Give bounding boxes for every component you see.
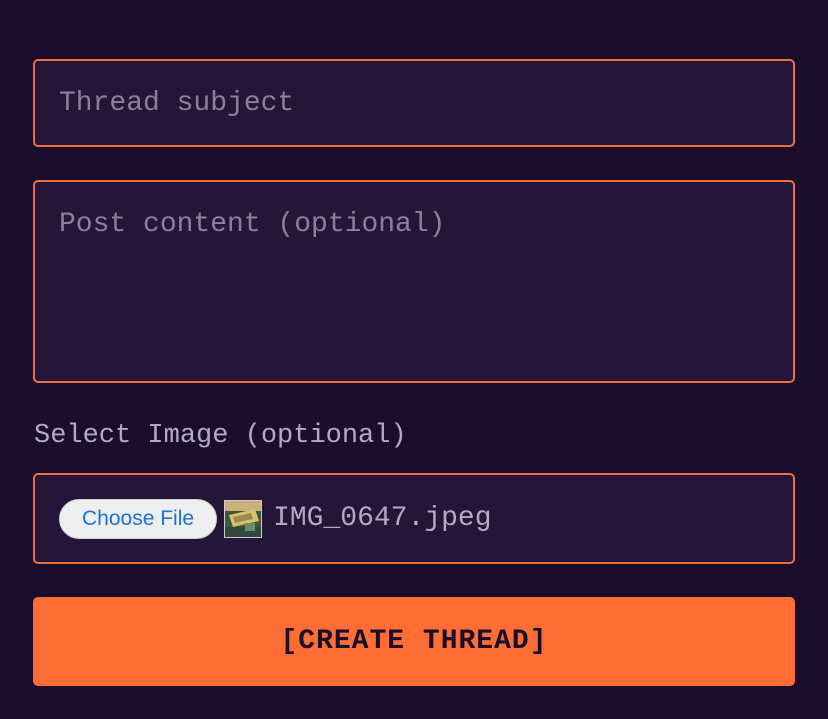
choose-file-button[interactable]: Choose File: [59, 498, 218, 539]
selected-file-name: IMG_0647.jpeg: [273, 503, 492, 534]
post-content-textarea[interactable]: Post content (optional): [33, 180, 795, 383]
image-file-input[interactable]: Choose File IMG_0647.jpeg: [33, 473, 795, 564]
post-content-placeholder: Post content (optional): [59, 209, 446, 240]
create-thread-button[interactable]: [CREATE THREAD]: [33, 597, 795, 686]
thread-subject-placeholder: Thread subject: [59, 87, 295, 119]
select-image-label: Select Image (optional): [34, 421, 407, 451]
image-thumbnail-icon: [224, 499, 263, 538]
thread-subject-input[interactable]: Thread subject: [33, 59, 795, 147]
new-thread-form: Thread subject Post content (optional) S…: [33, 59, 795, 686]
